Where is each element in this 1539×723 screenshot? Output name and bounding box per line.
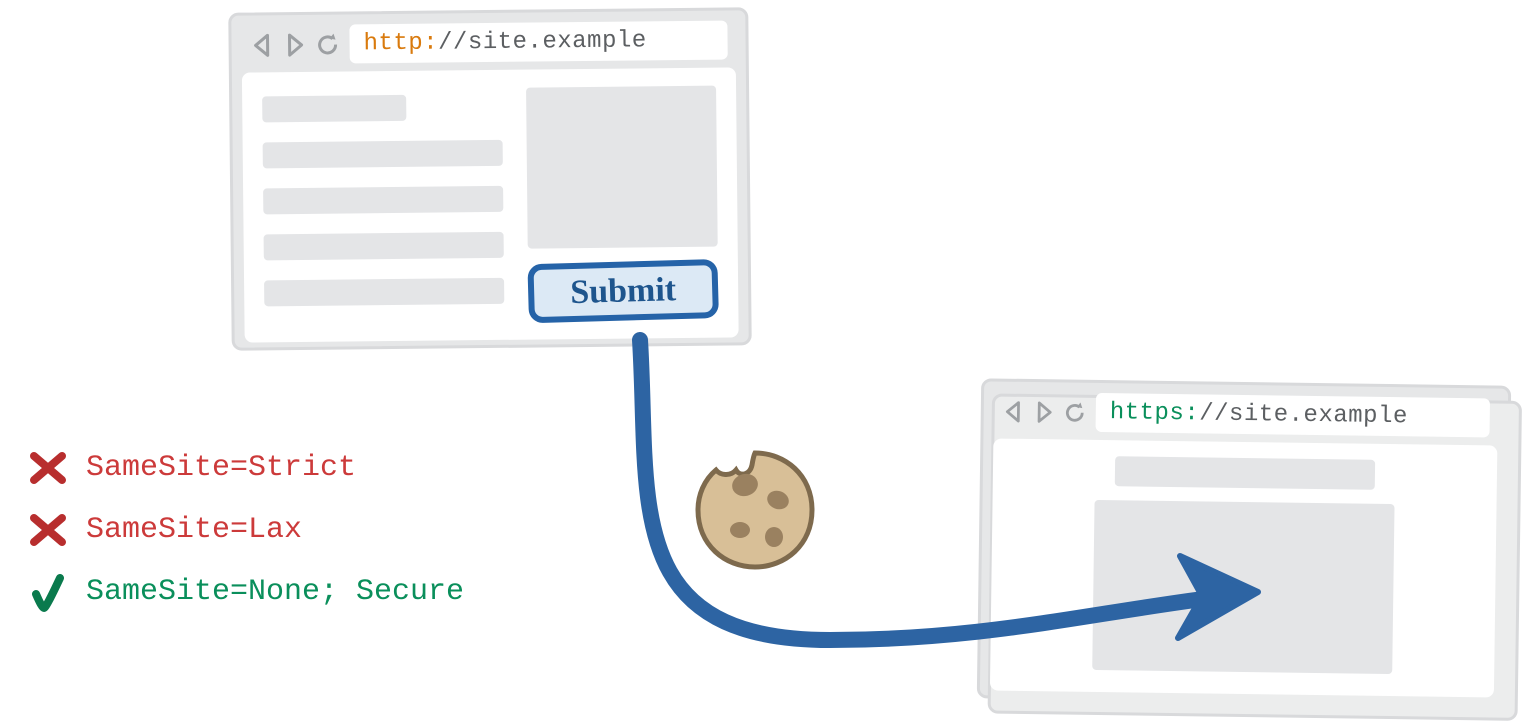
submit-button[interactable]: Submit (527, 259, 719, 324)
browser-chrome: https://site.example (983, 381, 1508, 445)
page-content (990, 438, 1497, 697)
content-line (264, 232, 504, 261)
content-line (263, 186, 503, 215)
content-line (262, 95, 406, 123)
content-line (263, 140, 503, 169)
samesite-rules-list: SameSite=Strict SameSite=Lax SameSite=No… (30, 450, 464, 610)
source-browser-window: http://site.example Submit (228, 7, 752, 350)
reload-icon (1062, 399, 1088, 425)
reload-icon (313, 30, 341, 58)
cross-icon (30, 512, 66, 548)
destination-browser-window: https://site.example (977, 378, 1511, 705)
page-content: Submit (242, 67, 739, 342)
content-lines (262, 88, 504, 325)
nav-buttons (1002, 398, 1088, 425)
cookie-icon (690, 445, 820, 575)
rule-label: SameSite=Strict (86, 451, 356, 485)
rule-label: SameSite=None; Secure (86, 575, 464, 609)
check-icon (30, 574, 66, 610)
nav-buttons (249, 30, 341, 59)
cross-icon (30, 450, 66, 486)
back-icon (1002, 399, 1026, 423)
forward-icon (1032, 400, 1056, 424)
rule-none-secure: SameSite=None; Secure (30, 574, 464, 610)
rule-lax: SameSite=Lax (30, 512, 464, 548)
url-host: //site.example (438, 27, 647, 56)
url-scheme: https: (1110, 399, 1200, 427)
url-scheme: http: (363, 30, 438, 58)
image-placeholder (526, 86, 718, 249)
title-placeholder (1115, 456, 1375, 490)
browser-chrome: http://site.example (231, 10, 746, 72)
address-bar: http://site.example (349, 21, 727, 64)
rule-strict: SameSite=Strict (30, 450, 464, 486)
side-column: Submit (526, 86, 718, 322)
rule-label: SameSite=Lax (86, 513, 302, 547)
address-bar: https://site.example (1096, 393, 1491, 437)
content-line (264, 278, 504, 307)
forward-icon (281, 31, 307, 57)
content-placeholder (1092, 500, 1394, 674)
url-host: //site.example (1199, 400, 1408, 430)
back-icon (249, 32, 275, 58)
